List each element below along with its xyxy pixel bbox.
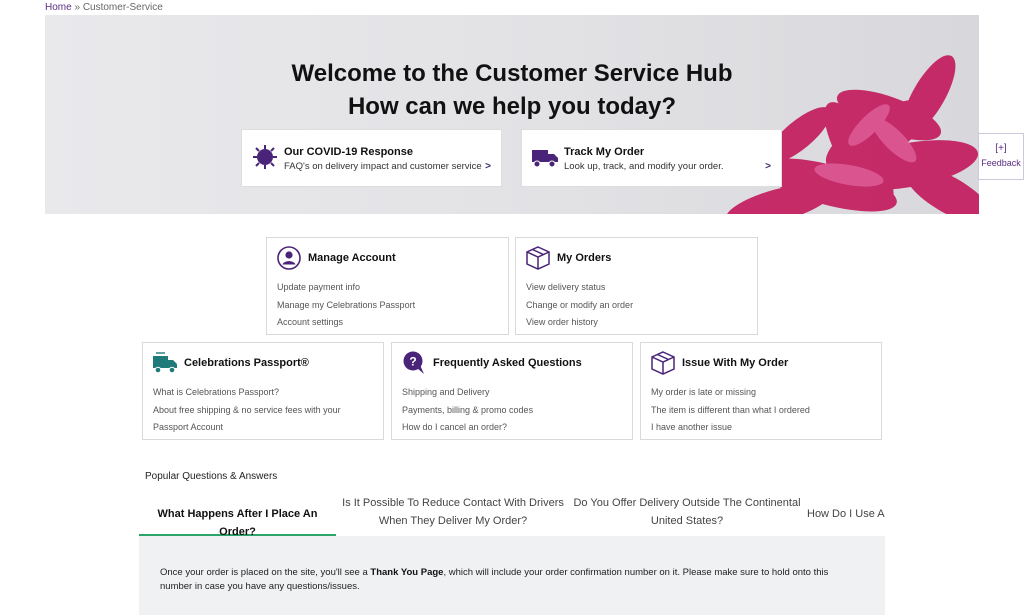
box-icon — [651, 351, 675, 375]
link-payments-billing[interactable]: Payments, billing & promo codes — [402, 402, 533, 420]
tab-how-do-i-use[interactable]: How Do I Use A — [807, 490, 885, 536]
hero-banner: Welcome to the Customer Service Hub How … — [45, 15, 979, 214]
link-order-late[interactable]: My order is late or missing — [651, 384, 810, 402]
track-order-subtitle: Look up, track, and modify your order. — [564, 161, 724, 172]
tab-reduce-contact[interactable]: Is It Possible To Reduce Contact With Dr… — [338, 490, 568, 536]
link-manage-passport[interactable]: Manage my Celebrations Passport — [277, 297, 415, 315]
question-bubble-icon: ? — [403, 351, 424, 374]
svg-text:?: ? — [409, 355, 416, 369]
hero-title: Welcome to the Customer Service Hub — [291, 60, 733, 87]
breadcrumb-separator: » — [74, 2, 81, 13]
popular-questions-tabs: What Happens After I Place An Order? Is … — [139, 490, 885, 536]
feedback-plus: [+] — [995, 143, 1007, 154]
faq-card: ? Frequently Asked Questions Shipping an… — [391, 342, 633, 440]
faq-title: Frequently Asked Questions — [433, 357, 582, 369]
manage-account-card: Manage Account Update payment info Manag… — [266, 237, 509, 335]
track-order-title: Track My Order — [564, 146, 645, 158]
user-circle-icon — [277, 246, 301, 270]
answer-text-bold: Thank You Page — [370, 567, 444, 578]
manage-account-title: Manage Account — [308, 252, 396, 264]
link-view-delivery-status[interactable]: View delivery status — [526, 279, 633, 297]
passport-card: Celebrations Passport® What is Celebrati… — [142, 342, 384, 440]
tab-delivery-outside[interactable]: Do You Offer Delivery Outside The Contin… — [570, 490, 804, 536]
link-change-order[interactable]: Change or modify an order — [526, 297, 633, 315]
my-orders-title: My Orders — [557, 252, 612, 264]
link-update-payment[interactable]: Update payment info — [277, 279, 415, 297]
covid-response-title: Our COVID-19 Response — [284, 146, 413, 158]
answer-text-part1: Once your order is placed on the site, y… — [160, 567, 371, 578]
link-what-is-passport[interactable]: What is Celebrations Passport? — [153, 384, 373, 402]
link-another-issue[interactable]: I have another issue — [651, 419, 810, 437]
box-icon — [526, 246, 550, 270]
issue-title: Issue With My Order — [682, 357, 789, 369]
link-order-history[interactable]: View order history — [526, 314, 633, 332]
chevron-right-icon: > — [485, 161, 491, 172]
feedback-button[interactable]: [+] Feedback — [978, 133, 1024, 180]
feedback-label: Feedback — [981, 158, 1021, 168]
track-order-card[interactable]: Track My Order Look up, track, and modif… — [521, 129, 782, 187]
link-item-different[interactable]: The item is different than what I ordere… — [651, 402, 810, 420]
breadcrumb-current: Customer-Service — [82, 2, 163, 13]
covid-response-subtitle: FAQ's on delivery impact and customer se… — [284, 161, 482, 172]
covid-response-card[interactable]: Our COVID-19 Response FAQ's on delivery … — [241, 129, 502, 187]
passport-title: Celebrations Passport® — [184, 357, 309, 369]
breadcrumb-home[interactable]: Home — [45, 2, 72, 13]
answer-panel: Once your order is placed on the site, y… — [139, 536, 885, 615]
link-account-settings[interactable]: Account settings — [277, 314, 415, 332]
link-shipping-delivery[interactable]: Shipping and Delivery — [402, 384, 533, 402]
answer-text: Once your order is placed on the site, y… — [160, 566, 860, 594]
breadcrumb: Home » Customer-Service — [45, 2, 163, 13]
delivery-truck-icon — [532, 150, 558, 168]
my-orders-card: My Orders View delivery status Change or… — [515, 237, 758, 335]
issue-card: Issue With My Order My order is late or … — [640, 342, 882, 440]
virus-icon — [253, 145, 277, 169]
link-about-free-shipping[interactable]: About free shipping & no service fees wi… — [153, 402, 373, 437]
hero-subtitle: How can we help you today? — [347, 93, 677, 120]
tab-after-order[interactable]: What Happens After I Place An Order? — [139, 490, 336, 536]
link-cancel-order[interactable]: How do I cancel an order? — [402, 419, 533, 437]
chevron-right-icon: > — [765, 161, 771, 172]
popular-questions-heading: Popular Questions & Answers — [145, 471, 278, 482]
passport-truck-icon — [153, 352, 177, 374]
